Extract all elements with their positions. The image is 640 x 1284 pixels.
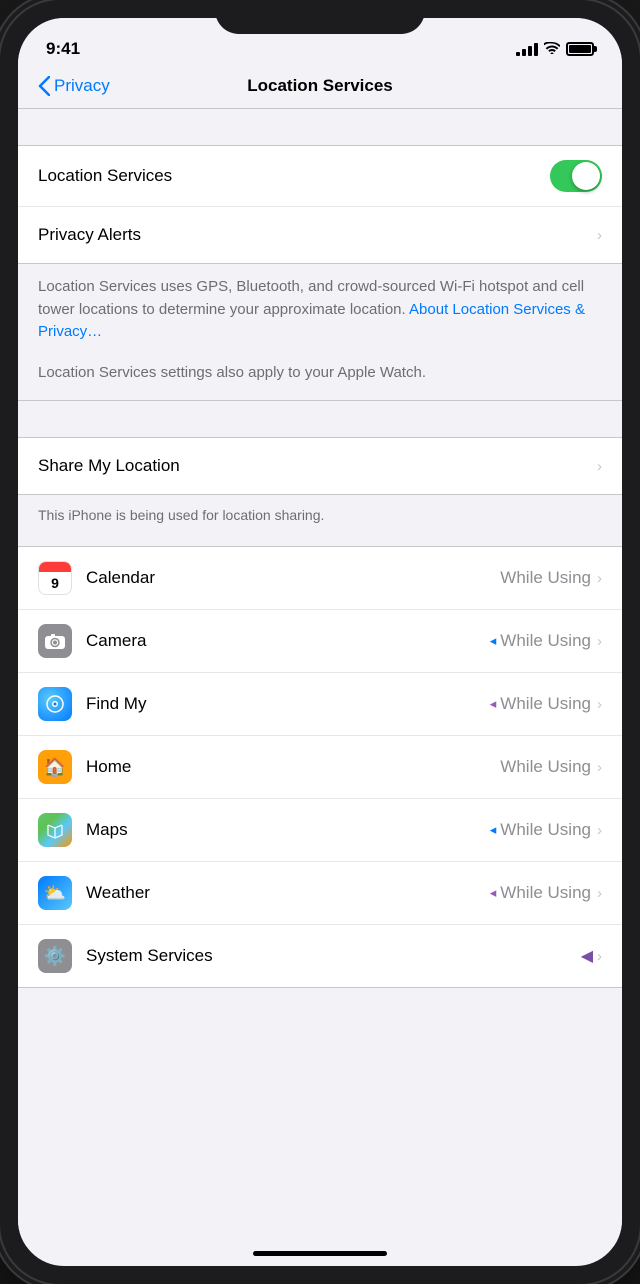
status-time: 9:41 [46, 39, 80, 59]
camera-app-icon [38, 624, 72, 658]
signal-bar-4 [534, 43, 538, 56]
battery-fill [569, 45, 591, 53]
description-block: Location Services uses GPS, Bluetooth, a… [18, 264, 622, 401]
findmy-label: Find My [86, 694, 490, 714]
weather-app-icon: ⛅ [38, 876, 72, 910]
maps-location-icon: ◂ [490, 822, 497, 838]
home-row[interactable]: 🏠 Home While Using › [18, 736, 622, 799]
privacy-alerts-chevron-icon: › [597, 227, 602, 244]
home-value: While Using [500, 757, 591, 777]
content-area: Location Services Privacy Alerts › Locat… [18, 109, 622, 1247]
signal-bars-icon [516, 42, 538, 56]
battery-icon [566, 42, 594, 56]
share-location-row[interactable]: Share My Location › [18, 438, 622, 494]
maps-row[interactable]: Maps ◂ While Using › [18, 799, 622, 862]
system-services-label: System Services [86, 946, 581, 966]
share-location-footer-text: This iPhone is being used for location s… [38, 507, 324, 523]
home-app-icon: 🏠 [38, 750, 72, 784]
top-spacer [18, 109, 622, 145]
calendar-chevron-icon: › [597, 570, 602, 587]
weather-chevron-icon: › [597, 885, 602, 902]
weather-value: While Using [500, 883, 591, 903]
maps-value: While Using [500, 820, 591, 840]
location-services-group: Location Services Privacy Alerts › [18, 145, 622, 264]
privacy-alerts-row[interactable]: Privacy Alerts › [18, 207, 622, 263]
calendar-app-icon: 9 [38, 561, 72, 595]
back-button[interactable]: Privacy [38, 76, 110, 96]
calendar-label: Calendar [86, 568, 500, 588]
weather-location-icon: ◂ [490, 885, 497, 901]
signal-bar-1 [516, 52, 520, 56]
share-location-chevron-icon: › [597, 458, 602, 475]
location-services-label: Location Services [38, 166, 550, 186]
phone-frame: 9:41 Privacy [0, 0, 640, 1284]
calendar-row[interactable]: 9 Calendar While Using › [18, 547, 622, 610]
findmy-value: While Using [500, 694, 591, 714]
findmy-app-icon [38, 687, 72, 721]
system-services-app-icon: ⚙️ [38, 939, 72, 973]
back-label: Privacy [54, 76, 110, 96]
description-text-2: Location Services settings also apply to… [38, 362, 602, 385]
calendar-header [39, 562, 71, 572]
home-indicator [253, 1251, 387, 1256]
calendar-body: 9 [39, 572, 71, 594]
maps-app-icon [38, 813, 72, 847]
status-icons [516, 41, 594, 57]
page-title: Location Services [247, 76, 393, 96]
calendar-value: While Using [500, 568, 591, 588]
wifi-icon [544, 41, 560, 57]
findmy-location-icon: ◂ [490, 696, 497, 712]
spacer-2 [18, 401, 622, 437]
home-chevron-icon: › [597, 759, 602, 776]
camera-chevron-icon: › [597, 633, 602, 650]
apps-group: 9 Calendar While Using › Camera ◂ While … [18, 546, 622, 988]
system-services-chevron-icon: › [597, 948, 602, 965]
description-text: Location Services uses GPS, Bluetooth, a… [38, 276, 602, 344]
findmy-chevron-icon: › [597, 696, 602, 713]
location-services-row[interactable]: Location Services [18, 146, 622, 207]
signal-bar-3 [528, 46, 532, 56]
share-location-group: Share My Location › [18, 437, 622, 495]
camera-location-icon: ◂ [490, 633, 497, 649]
share-location-footer: This iPhone is being used for location s… [18, 495, 622, 546]
system-services-location-icon: ◀ [581, 946, 593, 966]
notch [215, 0, 425, 34]
nav-bar: Privacy Location Services [18, 68, 622, 109]
camera-value: While Using [500, 631, 591, 651]
weather-row[interactable]: ⛅ Weather ◂ While Using › [18, 862, 622, 925]
toggle-knob [572, 162, 600, 190]
signal-bar-2 [522, 49, 526, 56]
weather-label: Weather [86, 883, 490, 903]
camera-row[interactable]: Camera ◂ While Using › [18, 610, 622, 673]
maps-label: Maps [86, 820, 490, 840]
home-label: Home [86, 757, 500, 777]
location-services-toggle[interactable] [550, 160, 602, 192]
camera-label: Camera [86, 631, 490, 651]
system-services-row[interactable]: ⚙️ System Services ◀ › [18, 925, 622, 987]
phone-screen: 9:41 Privacy [18, 18, 622, 1266]
share-location-label: Share My Location [38, 456, 597, 476]
findmy-row[interactable]: Find My ◂ While Using › [18, 673, 622, 736]
bottom-spacer [18, 988, 622, 1028]
maps-chevron-icon: › [597, 822, 602, 839]
privacy-alerts-label: Privacy Alerts [38, 225, 597, 245]
